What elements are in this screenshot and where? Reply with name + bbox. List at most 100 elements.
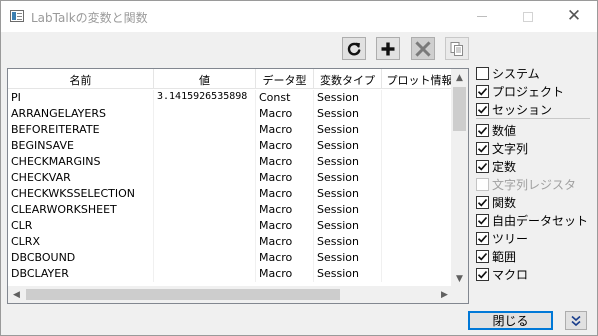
cell-name: CLRX (8, 234, 154, 250)
table-row[interactable]: PI 3.1415926535898 Const Session (8, 90, 458, 106)
cell-value (154, 138, 256, 154)
checkbox-checked-icon[interactable] (476, 124, 489, 137)
checkbox-checked-icon[interactable] (476, 85, 489, 98)
table-row[interactable]: CLEARWORKSHEET Macro Session (8, 202, 458, 218)
checkbox-checked-icon[interactable] (476, 268, 489, 281)
option-label: ツリー (492, 232, 529, 246)
table-row[interactable]: CHECKVAR Macro Session (8, 170, 458, 186)
refresh-icon (347, 42, 361, 55)
table-row[interactable]: BEGINSAVE Macro Session (8, 138, 458, 154)
option-types-1[interactable]: 文字列 (476, 141, 528, 156)
cell-name: CLEARWORKSHEET (8, 202, 154, 218)
option-label: 関数 (492, 196, 517, 210)
option-scope-2[interactable]: セッション (476, 102, 552, 117)
cell-plotinfo (382, 202, 458, 218)
copy-icon (450, 41, 463, 56)
cell-datatype: Macro (256, 138, 314, 154)
cell-plotinfo (382, 170, 458, 186)
minimize-button[interactable] (459, 1, 505, 32)
cell-plotinfo (382, 218, 458, 234)
refresh-button[interactable] (342, 37, 366, 60)
cell-name: CHECKWKSSELECTION (8, 186, 154, 202)
scroll-corner (451, 286, 468, 303)
option-scope-1[interactable]: プロジェクト (476, 84, 564, 99)
option-types-7[interactable]: 範囲 (476, 249, 516, 264)
checkbox-checked-icon[interactable] (476, 232, 489, 245)
cell-name: DBCLAYER (8, 266, 154, 282)
copy-button[interactable] (445, 37, 469, 60)
column-header-value[interactable]: 値 (154, 69, 256, 89)
table-row[interactable]: DBCBOUND Macro Session (8, 250, 458, 266)
table-row[interactable]: CLR Macro Session (8, 218, 458, 234)
cell-plotinfo (382, 90, 458, 106)
column-header-name[interactable]: 名前 (8, 69, 154, 89)
option-types-0[interactable]: 数値 (476, 123, 516, 138)
checkbox-icon[interactable] (476, 67, 489, 80)
add-button[interactable] (376, 37, 400, 60)
cell-datatype: Const (256, 90, 314, 106)
cell-name: CHECKMARGINS (8, 154, 154, 170)
scroll-up-icon[interactable]: ▲ (451, 69, 468, 86)
close-window-button[interactable]: ✕ (551, 1, 597, 32)
checkbox-checked-icon[interactable] (476, 250, 489, 263)
delete-button[interactable] (411, 37, 435, 60)
checkbox-checked-icon[interactable] (476, 196, 489, 209)
table-row[interactable]: CLRX Macro Session (8, 234, 458, 250)
option-types-5[interactable]: 自由データセット (476, 213, 588, 228)
checkbox-checked-icon[interactable] (476, 142, 489, 155)
cell-plotinfo (382, 122, 458, 138)
option-types-6[interactable]: ツリー (476, 231, 528, 246)
cell-value (154, 234, 256, 250)
cell-value (154, 154, 256, 170)
table-row[interactable]: ARRANGELAYERS Macro Session (8, 106, 458, 122)
scroll-left-icon[interactable]: ◀ (8, 286, 25, 303)
vertical-scroll-thumb[interactable] (453, 87, 466, 131)
cell-datatype: Macro (256, 154, 314, 170)
table-row[interactable]: CHECKWKSSELECTION Macro Session (8, 186, 458, 202)
option-types-4[interactable]: 関数 (476, 195, 516, 210)
cell-datatype: Macro (256, 106, 314, 122)
table-header: 名前 値 データ型 変数タイプ プロット情報 (8, 69, 458, 89)
cell-value (154, 218, 256, 234)
cell-value (154, 106, 256, 122)
table-row[interactable]: DBCLAYER Macro Session (8, 266, 458, 282)
cell-vartype: Session (314, 234, 382, 250)
option-types-2[interactable]: 定数 (476, 159, 516, 174)
table-body: PI 3.1415926535898 Const Session ARRANGELAYE… (8, 90, 458, 282)
column-header-plotinfo[interactable]: プロット情報 (382, 69, 458, 89)
variables-table[interactable]: 名前 値 データ型 変数タイプ プロット情報 PI 3.1415926535898… (7, 68, 469, 304)
scroll-down-icon[interactable]: ▼ (451, 270, 468, 287)
option-scope-0[interactable]: システム (476, 66, 540, 81)
column-header-datatype[interactable]: データ型 (256, 69, 314, 89)
option-types-3: 文字列レジスタ (476, 177, 576, 192)
cell-name: BEFOREITERATE (8, 122, 154, 138)
option-label: システム (492, 67, 540, 81)
horizontal-scrollbar[interactable]: ◀ ▶ (8, 286, 453, 303)
table-row[interactable]: CHECKMARGINS Macro Session (8, 154, 458, 170)
cell-value (154, 170, 256, 186)
option-label: セッション (492, 103, 553, 117)
window-title: LabTalkの変数と関数 (31, 11, 148, 25)
maximize-button[interactable] (505, 1, 551, 32)
cell-vartype: Session (314, 90, 382, 106)
cell-value (154, 122, 256, 138)
option-label: 定数 (492, 160, 517, 174)
vertical-scrollbar[interactable]: ▲ ▼ (451, 69, 468, 287)
checkbox-checked-icon[interactable] (476, 160, 489, 173)
table-row[interactable]: BEFOREITERATE Macro Session (8, 122, 458, 138)
cell-vartype: Session (314, 250, 382, 266)
checkbox-checked-icon[interactable] (476, 103, 489, 116)
column-header-vartype[interactable]: 変数タイプ (314, 69, 382, 89)
option-types-8[interactable]: マクロ (476, 267, 528, 282)
plus-icon (381, 42, 395, 55)
option-label: 自由データセット (492, 214, 589, 228)
checkbox-checked-icon[interactable] (476, 214, 489, 227)
close-button[interactable]: 閉じる (468, 311, 553, 330)
horizontal-scroll-thumb[interactable] (26, 289, 340, 300)
cell-datatype: Macro (256, 250, 314, 266)
cell-name: PI (8, 90, 154, 106)
expand-button[interactable] (565, 311, 587, 330)
cell-plotinfo (382, 138, 458, 154)
cell-vartype: Session (314, 138, 382, 154)
cell-vartype: Session (314, 266, 382, 282)
